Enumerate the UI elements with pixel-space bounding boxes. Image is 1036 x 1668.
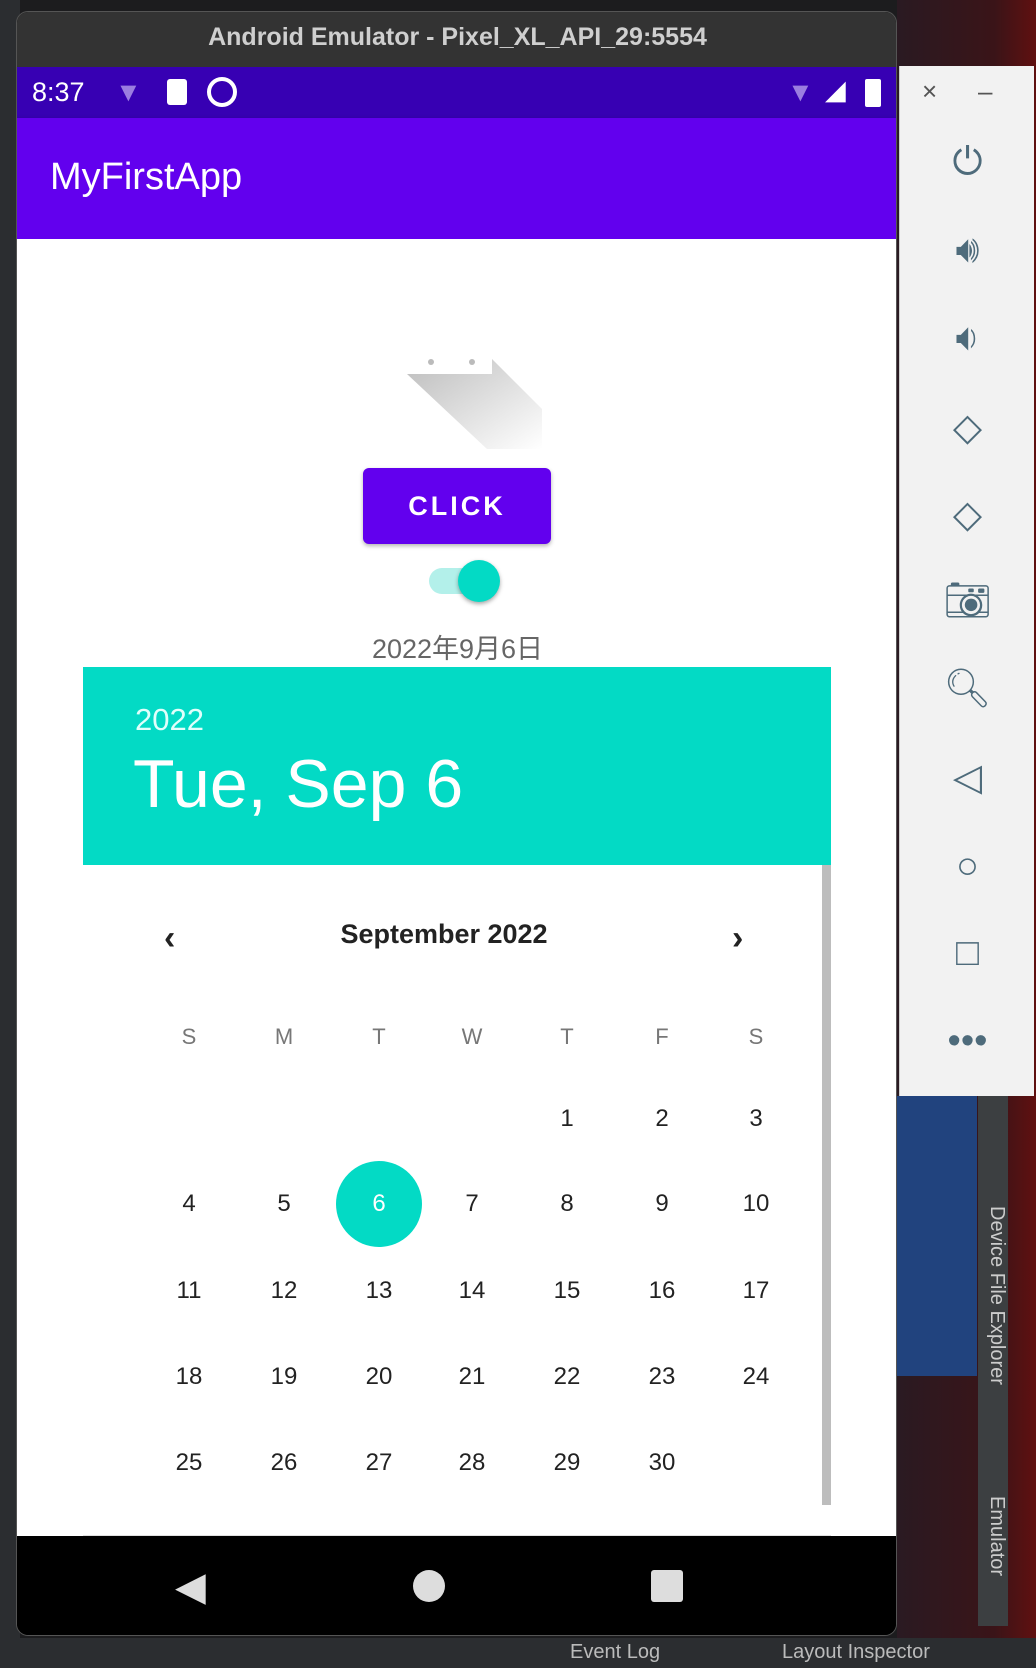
close-icon[interactable]: ×: [922, 76, 937, 107]
calendar-day-selected[interactable]: 6: [336, 1161, 422, 1247]
weekday-label: F: [655, 1024, 669, 1049]
calendar-day[interactable]: 23: [619, 1334, 705, 1420]
calendar-day[interactable]: 28: [429, 1420, 515, 1506]
tool-emulator[interactable]: Emulator: [980, 1496, 1008, 1616]
window-title: Android Emulator - Pixel_XL_API_29:5554: [17, 12, 896, 67]
nav-back-icon[interactable]: ◀: [175, 1564, 206, 1610]
calendar-day[interactable]: 24: [713, 1334, 799, 1420]
weekday-label: S: [748, 1024, 764, 1049]
calendar-day[interactable]: 13: [336, 1248, 422, 1334]
data-saver-icon: [207, 77, 237, 107]
weekday-label: W: [461, 1024, 483, 1049]
calendar-day[interactable]: 14: [429, 1248, 515, 1334]
sd-card-icon: [167, 79, 187, 105]
calendar-day[interactable]: 4: [146, 1161, 232, 1247]
status-time: 8:37: [32, 77, 85, 107]
app-title: MyFirstApp: [50, 156, 243, 198]
battery-icon: [865, 79, 881, 107]
calendar-day[interactable]: 21: [429, 1334, 515, 1420]
calendar-day[interactable]: 27: [336, 1420, 422, 1506]
volume-up-icon[interactable]: 🔊︎: [900, 225, 1035, 275]
app-bar: MyFirstApp: [17, 118, 896, 239]
calendar-grid: ‹ › September 2022 S M T W T F S 1 2 3 4 5 6 7 8 9 10 11 1…: [83, 667, 831, 1537]
home-icon[interactable]: ○: [900, 841, 1035, 891]
calendar-day[interactable]: 10: [713, 1161, 799, 1247]
tool-device-file-explorer[interactable]: Device File Explorer: [980, 1206, 1008, 1536]
toggle-switch[interactable]: [429, 560, 500, 602]
navigation-bar: ◀: [17, 1536, 896, 1635]
click-button[interactable]: CLICK: [363, 468, 551, 544]
calendar-day[interactable]: 2: [619, 1076, 705, 1162]
ide-editor-panel: [897, 1096, 977, 1376]
nav-home-icon[interactable]: [413, 1570, 445, 1602]
calendar-day[interactable]: 8: [524, 1161, 610, 1247]
calendar-day[interactable]: 12: [241, 1248, 327, 1334]
status-bar: 8:37 ▼ ▼ ◢: [17, 67, 896, 118]
minimize-icon[interactable]: –: [978, 76, 992, 107]
calendar-day[interactable]: 1: [524, 1076, 610, 1162]
date-picker-dialog: 2022 Tue, Sep 6 ‹ › September 2022 SMTWT…: [83, 667, 831, 1537]
calendar-day[interactable]: 9: [619, 1161, 705, 1247]
calendar-day[interactable]: 5: [241, 1161, 327, 1247]
calendar-day[interactable]: 19: [241, 1334, 327, 1420]
layout-inspector-link[interactable]: Layout Inspector: [782, 1641, 930, 1664]
calendar-day[interactable]: 7: [429, 1161, 515, 1247]
more-icon[interactable]: •••: [900, 1016, 1035, 1066]
calendar-day[interactable]: 30: [619, 1420, 705, 1506]
calendar-day[interactable]: 17: [713, 1248, 799, 1334]
image-placeholder-icon: [407, 359, 542, 449]
emulator-side-panel: × – ⏻ 🔊︎ 🔉︎ ◇ ◇ 📷︎ 🔍︎ ◁ ○ □ •••: [899, 66, 1034, 1096]
signal-icon: ◢: [825, 75, 846, 105]
wifi-unknown-icon: ▼: [115, 77, 142, 107]
weekday-label: T: [372, 1024, 386, 1049]
weekday-label: S: [181, 1024, 197, 1049]
camera-icon[interactable]: 📷︎: [900, 576, 1035, 626]
calendar-day[interactable]: 26: [241, 1420, 327, 1506]
calendar-day[interactable]: 3: [713, 1076, 799, 1162]
zoom-icon[interactable]: 🔍︎: [900, 664, 1035, 714]
calendar-day[interactable]: 25: [146, 1420, 232, 1506]
date-text: 2022年9月6日: [371, 634, 544, 664]
ide-status-bar: Event Log Layout Inspector: [0, 1638, 1036, 1668]
calendar-day[interactable]: 22: [524, 1334, 610, 1420]
weekday-label: M: [274, 1024, 294, 1049]
calendar-day[interactable]: 11: [146, 1248, 232, 1334]
weekday-label: T: [560, 1024, 574, 1049]
emulator-window: Android Emulator - Pixel_XL_API_29:5554 …: [16, 11, 897, 1636]
calendar-day[interactable]: 16: [619, 1248, 705, 1334]
switch-thumb: [458, 560, 500, 602]
calendar-day[interactable]: 18: [146, 1334, 232, 1420]
app-content: CLICK 2022年9月6日 2022 Tue, Sep 6 ‹ › Sept…: [17, 239, 896, 1537]
wifi-off-icon: ▼: [787, 77, 814, 107]
volume-down-icon[interactable]: 🔉︎: [900, 313, 1035, 363]
power-icon[interactable]: ⏻: [900, 137, 1035, 187]
back-icon[interactable]: ◁: [900, 753, 1035, 803]
overview-icon[interactable]: □: [900, 928, 1035, 978]
rotate-right-icon[interactable]: ◇: [900, 490, 1035, 540]
nav-recents-icon[interactable]: [651, 1570, 683, 1602]
calendar-day[interactable]: 15: [524, 1248, 610, 1334]
ide-tool-strip: Device File Explorer Emulator: [978, 1096, 1008, 1626]
rotate-left-icon[interactable]: ◇: [900, 403, 1035, 453]
calendar-day[interactable]: 29: [524, 1420, 610, 1506]
month-label: September 2022: [340, 919, 548, 949]
calendar-day[interactable]: 20: [336, 1334, 422, 1420]
event-log-link[interactable]: Event Log: [570, 1641, 660, 1664]
